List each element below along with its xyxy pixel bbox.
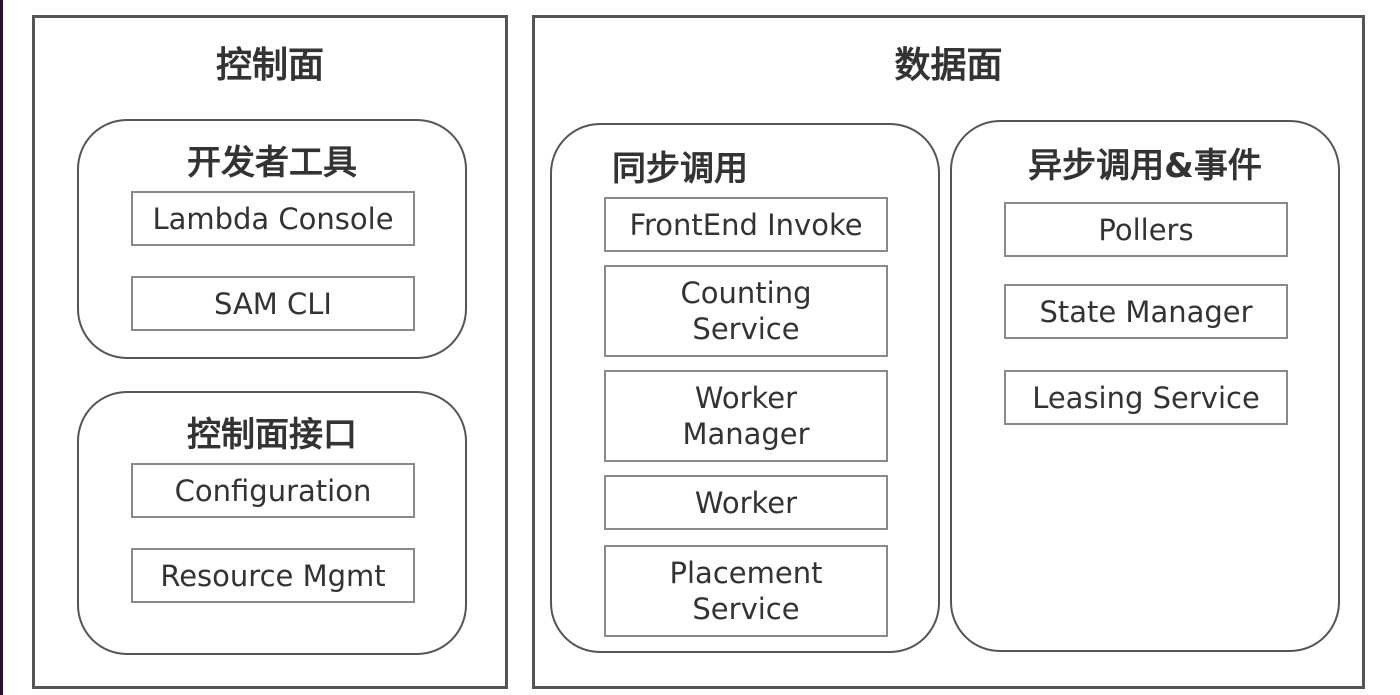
component-resource-mgmt: Resource Mgmt [131, 548, 415, 603]
data-plane-panel: 数据面 同步调用 FrontEnd Invoke Counting Servic… [532, 15, 1365, 689]
component-lambda-console: Lambda Console [131, 191, 415, 246]
component-configuration: Configuration [131, 463, 415, 518]
async-invoke-events-group: 异步调用&事件 Pollers State Manager Leasing Se… [950, 120, 1340, 652]
control-plane-api-title: 控制面接口 [187, 415, 357, 455]
component-state-manager: State Manager [1004, 284, 1288, 339]
control-plane-api-group: 控制面接口 Configuration Resource Mgmt [77, 391, 467, 655]
developer-tools-title: 开发者工具 [187, 143, 357, 183]
window-edge [0, 0, 3, 695]
control-plane-title: 控制面 [215, 45, 324, 86]
async-invoke-events-title: 异步调用&事件 [1028, 146, 1262, 186]
sync-invoke-group: 同步调用 FrontEnd Invoke Counting Service Wo… [550, 123, 940, 653]
component-placement-service: Placement Service [604, 545, 888, 637]
component-frontend-invoke: FrontEnd Invoke [604, 197, 888, 252]
component-worker: Worker [604, 475, 888, 530]
control-plane-panel: 控制面 开发者工具 Lambda Console SAM CLI 控制面接口 C… [32, 15, 508, 689]
component-worker-manager: Worker Manager [604, 370, 888, 462]
data-plane-title: 数据面 [894, 45, 1003, 86]
component-leasing-service: Leasing Service [1004, 370, 1288, 425]
component-counting-service: Counting Service [604, 265, 888, 357]
sync-invoke-title: 同步调用 [612, 149, 748, 189]
component-sam-cli: SAM CLI [131, 276, 415, 331]
component-pollers: Pollers [1004, 202, 1288, 257]
developer-tools-group: 开发者工具 Lambda Console SAM CLI [77, 119, 467, 359]
